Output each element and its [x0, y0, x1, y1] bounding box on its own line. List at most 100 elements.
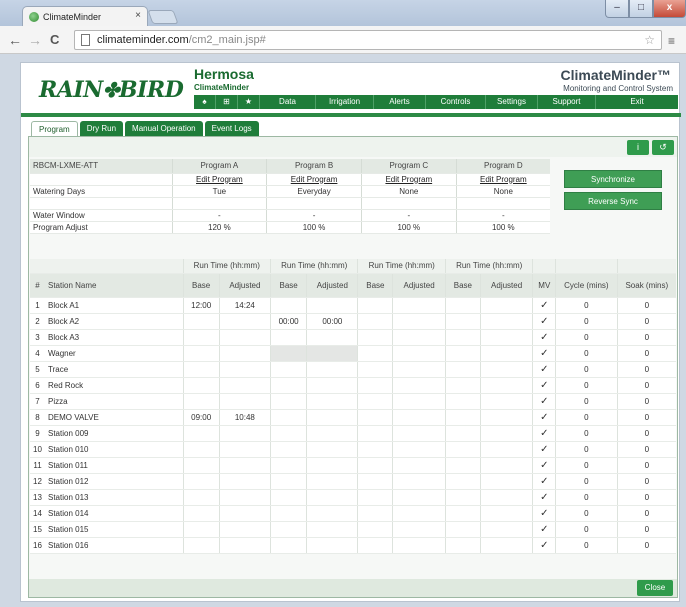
- program-a-base-time[interactable]: [182, 425, 220, 442]
- edit-program-d-link[interactable]: Edit Program: [480, 175, 527, 184]
- program-a-base-time[interactable]: [182, 489, 220, 506]
- cycle-mins-value[interactable]: 0: [555, 361, 618, 378]
- program-b-base-time[interactable]: [269, 521, 307, 538]
- program-d-base-time[interactable]: [444, 473, 481, 490]
- program-d-base-time[interactable]: [444, 329, 481, 346]
- soak-mins-value[interactable]: 0: [616, 313, 676, 330]
- station-name[interactable]: Station 016: [45, 537, 183, 554]
- master-valve-check-icon[interactable]: ✓: [532, 409, 556, 426]
- program-d-base-time[interactable]: [444, 313, 481, 330]
- close-button[interactable]: Close: [637, 580, 673, 596]
- reverse-sync-button[interactable]: Reverse Sync: [564, 192, 662, 210]
- program-d-base-time[interactable]: [444, 457, 481, 474]
- station-name[interactable]: Station 015: [45, 521, 183, 538]
- program-b-base-time[interactable]: [269, 441, 307, 458]
- synchronize-button[interactable]: Synchronize: [564, 170, 662, 188]
- edit-program-b-link[interactable]: Edit Program: [291, 175, 338, 184]
- soak-mins-value[interactable]: 0: [616, 297, 676, 314]
- address-bar-input[interactable]: climateminder.com/cm2_main.jsp# ☆: [74, 30, 662, 50]
- master-valve-check-icon[interactable]: ✓: [532, 361, 556, 378]
- master-valve-check-icon[interactable]: ✓: [532, 425, 556, 442]
- edit-program-c-link[interactable]: Edit Program: [385, 175, 432, 184]
- program-a-base-time[interactable]: [182, 377, 220, 394]
- program-c-base-time[interactable]: [357, 329, 393, 346]
- station-name[interactable]: Pizza: [45, 393, 183, 410]
- nav-irrigation[interactable]: Irrigation: [316, 95, 374, 109]
- nav-favorites-icon[interactable]: ★: [238, 95, 260, 109]
- cycle-mins-value[interactable]: 0: [555, 393, 618, 410]
- station-name[interactable]: Station 012: [45, 473, 183, 490]
- program-c-base-time[interactable]: [357, 297, 393, 314]
- program-b-base-time[interactable]: [269, 361, 307, 378]
- program-b-base-time[interactable]: [269, 345, 307, 362]
- program-d-base-time[interactable]: [444, 425, 481, 442]
- program-b-base-time[interactable]: [269, 489, 307, 506]
- soak-mins-value[interactable]: 0: [616, 457, 676, 474]
- program-b-base-time[interactable]: [269, 393, 307, 410]
- browser-tab[interactable]: ClimateMinder ×: [22, 6, 148, 26]
- soak-mins-value[interactable]: 0: [616, 409, 676, 426]
- station-name[interactable]: Red Rock: [45, 377, 183, 394]
- program-b-base-time[interactable]: [269, 329, 307, 346]
- bookmark-star-icon[interactable]: ☆: [644, 31, 655, 49]
- back-arrow-icon[interactable]: ←: [8, 32, 22, 48]
- program-d-base-time[interactable]: [444, 409, 481, 426]
- cycle-mins-value[interactable]: 0: [555, 441, 618, 458]
- soak-mins-value[interactable]: 0: [616, 489, 676, 506]
- edit-program-a-link[interactable]: Edit Program: [196, 175, 243, 184]
- soak-mins-value[interactable]: 0: [616, 521, 676, 538]
- reload-icon[interactable]: C: [50, 32, 59, 47]
- nav-support[interactable]: Support: [538, 95, 596, 109]
- cycle-mins-value[interactable]: 0: [555, 297, 618, 314]
- soak-mins-value[interactable]: 0: [616, 473, 676, 490]
- program-a-base-time[interactable]: [182, 441, 220, 458]
- master-valve-check-icon[interactable]: ✓: [532, 505, 556, 522]
- program-d-base-time[interactable]: [444, 377, 481, 394]
- program-a-base-time[interactable]: [182, 521, 220, 538]
- nav-alerts[interactable]: Alerts: [374, 95, 426, 109]
- program-d-base-time[interactable]: [444, 505, 481, 522]
- soak-mins-value[interactable]: 0: [616, 425, 676, 442]
- nav-home-icon[interactable]: ♠: [194, 95, 216, 109]
- soak-mins-value[interactable]: 0: [616, 361, 676, 378]
- program-b-base-time[interactable]: [269, 505, 307, 522]
- program-b-base-time[interactable]: [269, 425, 307, 442]
- nav-controls[interactable]: Controls: [426, 95, 486, 109]
- master-valve-check-icon[interactable]: ✓: [532, 345, 556, 362]
- cycle-mins-value[interactable]: 0: [555, 425, 618, 442]
- master-valve-check-icon[interactable]: ✓: [532, 489, 556, 506]
- program-c-base-time[interactable]: [357, 489, 393, 506]
- new-tab-button[interactable]: [147, 10, 179, 24]
- nav-settings[interactable]: Settings: [486, 95, 538, 109]
- program-c-base-time[interactable]: [357, 505, 393, 522]
- soak-mins-value[interactable]: 0: [616, 537, 676, 554]
- program-c-base-time[interactable]: [357, 441, 393, 458]
- program-d-base-time[interactable]: [444, 297, 481, 314]
- program-a-base-time[interactable]: [182, 457, 220, 474]
- master-valve-check-icon[interactable]: ✓: [532, 297, 556, 314]
- master-valve-check-icon[interactable]: ✓: [532, 457, 556, 474]
- program-c-base-time[interactable]: [357, 425, 393, 442]
- program-c-base-time[interactable]: [357, 361, 393, 378]
- cycle-mins-value[interactable]: 0: [555, 409, 618, 426]
- nav-grid-icon[interactable]: ⊞: [216, 95, 238, 109]
- soak-mins-value[interactable]: 0: [616, 329, 676, 346]
- program-d-base-time[interactable]: [444, 521, 481, 538]
- window-close-button[interactable]: x: [653, 0, 686, 18]
- station-name[interactable]: Station 011: [45, 457, 183, 474]
- master-valve-check-icon[interactable]: ✓: [532, 441, 556, 458]
- station-name[interactable]: Station 009: [45, 425, 183, 442]
- soak-mins-value[interactable]: 0: [616, 441, 676, 458]
- program-a-base-time[interactable]: [182, 505, 220, 522]
- program-d-base-time[interactable]: [444, 393, 481, 410]
- soak-mins-value[interactable]: 0: [616, 377, 676, 394]
- soak-mins-value[interactable]: 0: [616, 505, 676, 522]
- program-b-base-time[interactable]: [269, 537, 307, 554]
- program-a-base-time[interactable]: [182, 313, 220, 330]
- cycle-mins-value[interactable]: 0: [555, 345, 618, 362]
- station-name[interactable]: Block A3: [45, 329, 183, 346]
- master-valve-check-icon[interactable]: ✓: [532, 521, 556, 538]
- cycle-mins-value[interactable]: 0: [555, 473, 618, 490]
- program-c-base-time[interactable]: [357, 457, 393, 474]
- program-c-base-time[interactable]: [357, 345, 393, 362]
